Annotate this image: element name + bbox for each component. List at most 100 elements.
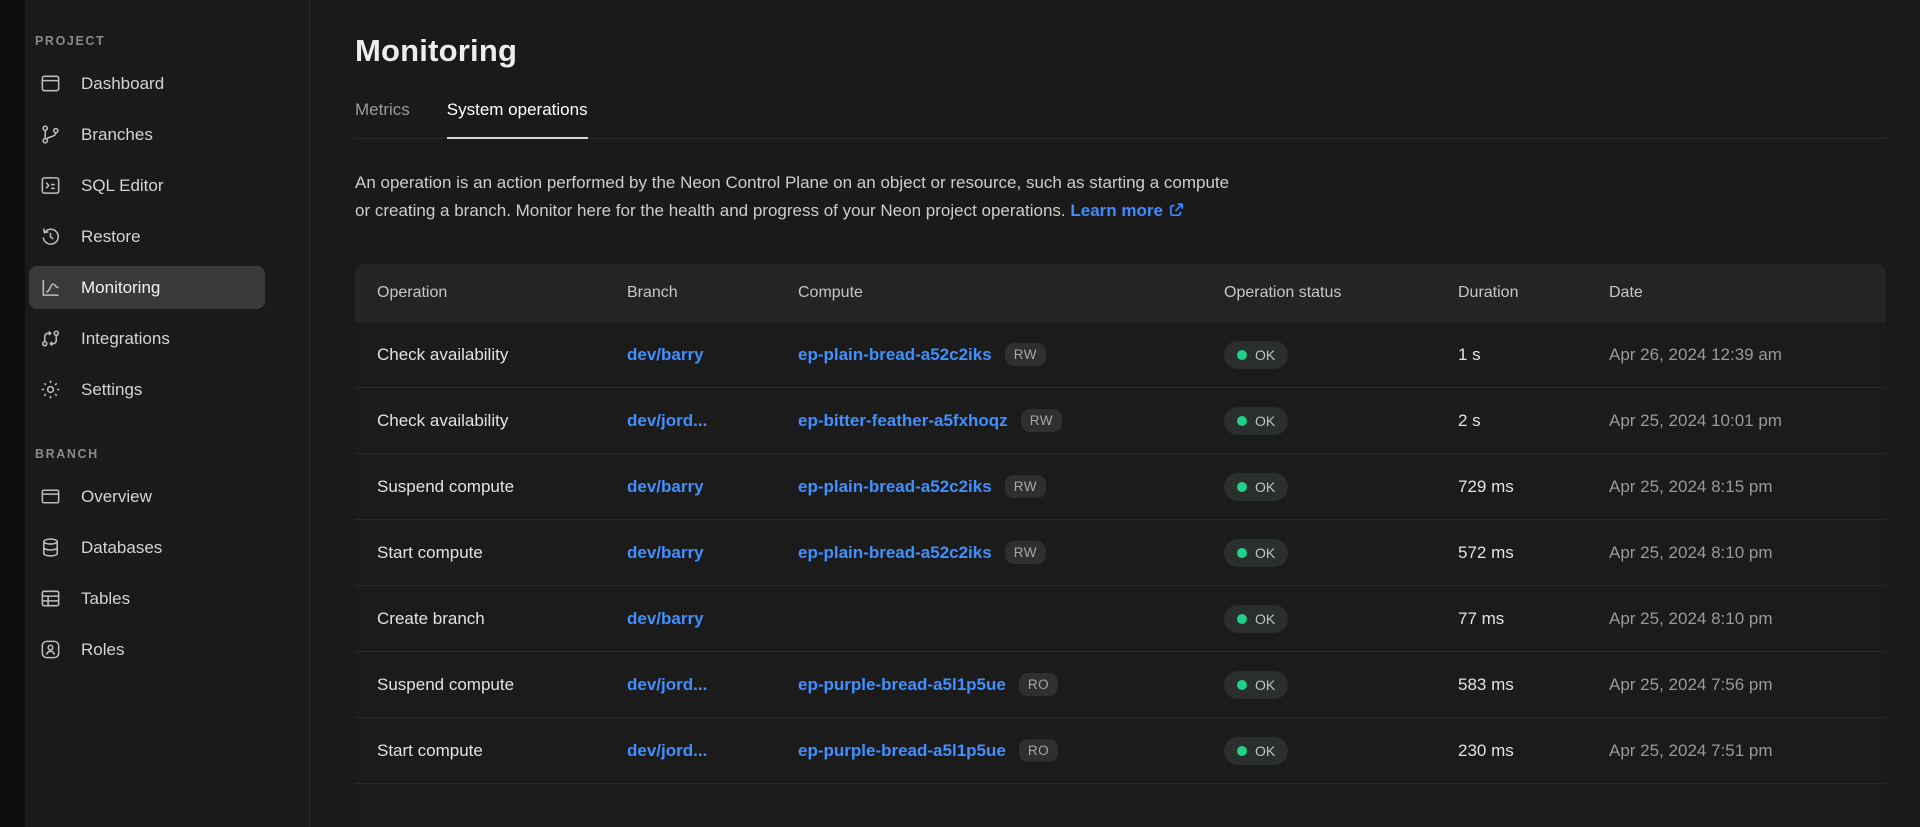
compute-type-badge: RO	[1019, 673, 1058, 696]
compute-link[interactable]: ep-plain-bread-a52c2iks	[798, 477, 992, 497]
compute-link[interactable]: ep-purple-bread-a5l1p5ue	[798, 675, 1006, 695]
sidebar-item-label: Dashboard	[81, 74, 164, 94]
status-badge: OK	[1224, 737, 1288, 765]
duration-cell: 572 ms	[1458, 543, 1609, 563]
operation-cell: Check availability	[377, 345, 627, 365]
operation-cell: Check availability	[377, 411, 627, 431]
status-ok-dot	[1237, 614, 1247, 624]
table-row: Check availability dev/jord... ep-bitter…	[355, 387, 1886, 453]
status-ok-dot	[1237, 548, 1247, 558]
sidebar-item-label: Branches	[81, 125, 153, 145]
sidebar-item-label: Tables	[81, 589, 130, 609]
compute-type-badge: RW	[1005, 343, 1046, 366]
branch-link[interactable]: dev/barry	[627, 543, 704, 562]
operation-cell: Start compute	[377, 543, 627, 563]
sidebar-item-dashboard[interactable]: Dashboard	[29, 62, 265, 105]
window-edge-rail	[0, 0, 25, 827]
table-row: Suspend compute dev/jord... ep-purple-br…	[355, 651, 1886, 717]
column-header-duration: Duration	[1458, 284, 1609, 302]
duration-cell: 230 ms	[1458, 741, 1609, 761]
sidebar-item-label: SQL Editor	[81, 176, 164, 196]
table-header-row: Operation Branch Compute Operation statu…	[355, 264, 1886, 321]
status-badge: OK	[1224, 407, 1288, 435]
compute-link[interactable]: ep-plain-bread-a52c2iks	[798, 345, 992, 365]
description-line2: or creating a branch. Monitor here for t…	[355, 201, 1066, 220]
branch-link[interactable]: dev/barry	[627, 477, 704, 496]
operation-cell: Suspend compute	[377, 675, 627, 695]
status-label: OK	[1255, 677, 1275, 693]
table-row-partial	[355, 783, 1886, 827]
branch-link[interactable]: dev/jord...	[627, 675, 707, 694]
sidebar-item-branches[interactable]: Branches	[29, 113, 265, 156]
databases-icon	[39, 536, 62, 559]
restore-icon	[39, 225, 62, 248]
status-ok-dot	[1237, 746, 1247, 756]
sidebar-item-label: Roles	[81, 640, 124, 660]
sidebar: PROJECT Dashboard Branches SQL Editor Re…	[25, 0, 310, 827]
sidebar-item-label: Settings	[81, 380, 142, 400]
sidebar-item-monitoring[interactable]: Monitoring	[29, 266, 265, 309]
sidebar-item-sql-editor[interactable]: SQL Editor	[29, 164, 265, 207]
table-row: Start compute dev/jord... ep-purple-brea…	[355, 717, 1886, 783]
sidebar-item-settings[interactable]: Settings	[29, 368, 265, 411]
compute-link[interactable]: ep-bitter-feather-a5fxhoqz	[798, 411, 1008, 431]
date-cell: Apr 25, 2024 8:15 pm	[1609, 477, 1886, 497]
compute-type-badge: RW	[1005, 541, 1046, 564]
branch-link[interactable]: dev/barry	[627, 345, 704, 364]
column-header-compute: Compute	[798, 284, 1224, 302]
date-cell: Apr 25, 2024 8:10 pm	[1609, 609, 1886, 629]
description-line1: An operation is an action performed by t…	[355, 173, 1229, 192]
status-label: OK	[1255, 413, 1275, 429]
status-badge: OK	[1224, 605, 1288, 633]
column-header-branch: Branch	[627, 284, 798, 302]
branch-link[interactable]: dev/jord...	[627, 411, 707, 430]
sidebar-item-roles[interactable]: Roles	[29, 628, 265, 671]
monitoring-icon	[39, 276, 62, 299]
sidebar-item-tables[interactable]: Tables	[29, 577, 265, 620]
operation-cell: Suspend compute	[377, 477, 627, 497]
table-row: Suspend compute dev/barry ep-plain-bread…	[355, 453, 1886, 519]
sql-editor-icon	[39, 174, 62, 197]
sidebar-item-restore[interactable]: Restore	[29, 215, 265, 258]
learn-more-link[interactable]: Learn more	[1070, 201, 1163, 220]
sidebar-item-label: Integrations	[81, 329, 170, 349]
tab-bar: Metrics System operations	[355, 100, 1886, 139]
sidebar-section-branch-label: BRANCH	[25, 447, 309, 475]
branch-link[interactable]: dev/jord...	[627, 741, 707, 760]
tab-metrics[interactable]: Metrics	[355, 100, 410, 138]
status-label: OK	[1255, 347, 1275, 363]
dashboard-icon	[39, 72, 62, 95]
compute-type-badge: RW	[1021, 409, 1062, 432]
tab-system-operations[interactable]: System operations	[447, 100, 588, 139]
settings-icon	[39, 378, 62, 401]
branch-link[interactable]: dev/barry	[627, 609, 704, 628]
column-header-operation-status: Operation status	[1224, 284, 1458, 302]
status-label: OK	[1255, 545, 1275, 561]
page-title: Monitoring	[355, 33, 1886, 69]
status-ok-dot	[1237, 416, 1247, 426]
status-badge: OK	[1224, 539, 1288, 567]
status-ok-dot	[1237, 350, 1247, 360]
compute-link[interactable]: ep-plain-bread-a52c2iks	[798, 543, 992, 563]
status-ok-dot	[1237, 680, 1247, 690]
integrations-icon	[39, 327, 62, 350]
sidebar-item-overview[interactable]: Overview	[29, 475, 265, 518]
compute-link[interactable]: ep-purple-bread-a5l1p5ue	[798, 741, 1006, 761]
status-badge: OK	[1224, 473, 1288, 501]
operations-table: Operation Branch Compute Operation statu…	[355, 264, 1886, 827]
column-header-date: Date	[1609, 284, 1886, 302]
duration-cell: 583 ms	[1458, 675, 1609, 695]
table-row: Check availability dev/barry ep-plain-br…	[355, 321, 1886, 387]
sidebar-item-label: Restore	[81, 227, 141, 247]
roles-icon	[39, 638, 62, 661]
date-cell: Apr 25, 2024 8:10 pm	[1609, 543, 1886, 563]
sidebar-item-label: Databases	[81, 538, 162, 558]
date-cell: Apr 26, 2024 12:39 am	[1609, 345, 1886, 365]
sidebar-item-integrations[interactable]: Integrations	[29, 317, 265, 360]
operation-cell: Start compute	[377, 741, 627, 761]
sidebar-item-label: Overview	[81, 487, 152, 507]
duration-cell: 1 s	[1458, 345, 1609, 365]
table-row: Create branch dev/barry OK 77 ms Apr 25,…	[355, 585, 1886, 651]
tables-icon	[39, 587, 62, 610]
sidebar-item-databases[interactable]: Databases	[29, 526, 265, 569]
